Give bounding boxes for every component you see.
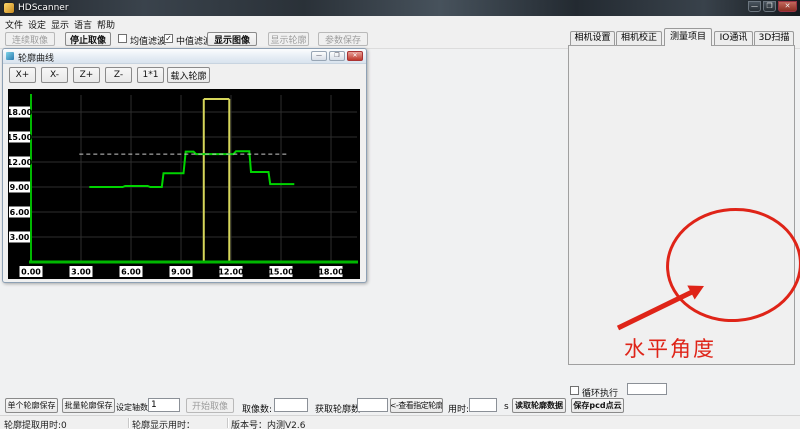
svg-text:9.00: 9.00 — [10, 183, 30, 192]
tab-camera-calibration[interactable]: 相机校正 — [616, 31, 662, 45]
loop-exec-checkbox[interactable] — [570, 386, 579, 395]
svg-text:9.00: 9.00 — [171, 268, 191, 277]
status-version: 版本号：内测V2.6 — [231, 421, 306, 429]
maximize-button[interactable]: ❐ — [763, 1, 776, 12]
tab-measure-items[interactable]: 测量项目 — [664, 28, 712, 46]
axis-count-input[interactable] — [148, 398, 180, 412]
svg-text:15.00: 15.00 — [268, 268, 294, 277]
status-display-time: 轮廓显示用时： — [132, 421, 196, 429]
minimize-icon: — — [751, 2, 758, 10]
zoom-reset-button[interactable]: 1*1 — [137, 67, 164, 83]
save-single-profile-button[interactable]: 单个轮廓保存 — [5, 398, 58, 413]
show-profile-button[interactable]: 显示轮廓 — [268, 32, 309, 46]
time-input[interactable] — [469, 398, 497, 412]
time-unit-label: s — [504, 402, 509, 412]
minimize-icon: — — [316, 52, 322, 59]
status-bar: 轮廓提取用时:0 轮廓显示用时： 版本号：内测V2.6 — [0, 415, 800, 429]
status-separator — [128, 418, 129, 428]
mean-filter-label: 均值滤波 — [130, 37, 167, 47]
svg-text:3.00: 3.00 — [10, 233, 30, 242]
capture-count-input[interactable] — [274, 398, 308, 412]
profile-panel-icon — [6, 52, 14, 60]
maximize-icon: ❐ — [334, 52, 340, 59]
svg-text:12.00: 12.00 — [218, 268, 244, 277]
svg-text:6.00: 6.00 — [121, 268, 141, 277]
mean-filter-checkbox[interactable] — [118, 34, 127, 43]
save-pcd-button[interactable]: 保存pcd点云 — [571, 398, 624, 413]
status-extract-time: 轮廓提取用时:0 — [4, 421, 67, 429]
panel-maximize-button[interactable]: ❐ — [329, 51, 345, 61]
tab-3d-scan[interactable]: 3D扫描 — [754, 31, 794, 45]
close-icon: ✕ — [352, 52, 358, 59]
svg-text:18.00: 18.00 — [318, 268, 344, 277]
svg-text:0.00: 0.00 — [21, 268, 41, 277]
minimize-button[interactable]: — — [748, 1, 761, 12]
hdscanner-window: HDScanner — ❐ ✕ 文件 设定 显示 语言 帮助 连续取像 停止取像… — [0, 0, 800, 429]
svg-text:15.00: 15.00 — [8, 133, 33, 142]
time-label: 用时: — [448, 405, 470, 415]
svg-text:3.00: 3.00 — [71, 268, 91, 277]
axis-count-label: 设定轴数 — [116, 403, 148, 412]
profile-count-input[interactable] — [357, 398, 388, 412]
profile-chart: 3.00 6.00 9.00 12.00 15.00 18.00 0.00 3.00 6.00 9… — [7, 89, 360, 279]
tab-io-comm[interactable]: IO通讯 — [714, 31, 753, 45]
save-params-button[interactable]: 参数保存 — [318, 32, 368, 46]
close-button[interactable]: ✕ — [778, 1, 797, 12]
start-capture-button[interactable]: 开始取像 — [186, 398, 234, 413]
panel-close-button[interactable]: ✕ — [347, 51, 363, 61]
profile-chart-svg: 3.00 6.00 9.00 12.00 15.00 18.00 0.00 3.00 6.00 9… — [7, 94, 358, 277]
panel-minimize-button[interactable]: — — [311, 51, 327, 61]
svg-text:18.00: 18.00 — [8, 108, 33, 117]
window-titlebar: HDScanner — ❐ ✕ — [0, 0, 800, 16]
profile-panel-titlebar: 轮廓曲线 — ❐ ✕ — [3, 49, 366, 64]
load-profile-button[interactable]: 载入轮廓 — [167, 67, 210, 83]
profile-curve-panel: 轮廓曲线 — ❐ ✕ X+ X- Z+ Z- 1*1 载入轮廓 3.00 6.00… — [2, 48, 367, 283]
window-title: HDScanner — [18, 3, 69, 13]
annotation-arrow — [616, 285, 704, 331]
maximize-icon: ❐ — [766, 2, 773, 10]
zoom-z-minus-button[interactable]: Z- — [105, 67, 132, 83]
profile-panel-title: 轮廓曲线 — [18, 54, 55, 64]
loop-exec-input[interactable] — [627, 383, 667, 395]
tab-camera-settings[interactable]: 相机设置 — [570, 31, 615, 45]
close-icon: ✕ — [784, 2, 791, 10]
show-image-button[interactable]: 显示图像 — [207, 32, 257, 46]
save-batch-profile-button[interactable]: 批量轮廓保存 — [62, 398, 115, 413]
check-icon: ✓ — [165, 34, 172, 43]
zoom-x-minus-button[interactable]: X- — [41, 67, 68, 83]
svg-text:12.00: 12.00 — [8, 158, 33, 167]
continuous-capture-button[interactable]: 连续取像 — [5, 32, 55, 46]
capture-count-label: 取像数: — [242, 405, 273, 415]
stop-capture-button[interactable]: 停止取像 — [65, 32, 111, 46]
annotation-label: 水平角度 — [624, 337, 716, 361]
status-separator — [227, 418, 228, 428]
read-profiles-button[interactable]: 读取轮廓数据 — [512, 398, 566, 413]
profile-count-label: 获取轮廓数 — [315, 405, 361, 415]
app-icon — [4, 3, 14, 13]
svg-text:6.00: 6.00 — [10, 208, 30, 217]
view-profile-button[interactable]: <-查看指定轮廓 — [390, 398, 443, 413]
median-filter-checkbox[interactable]: ✓ — [164, 34, 173, 43]
zoom-x-plus-button[interactable]: X+ — [9, 67, 36, 83]
zoom-z-plus-button[interactable]: Z+ — [73, 67, 100, 83]
